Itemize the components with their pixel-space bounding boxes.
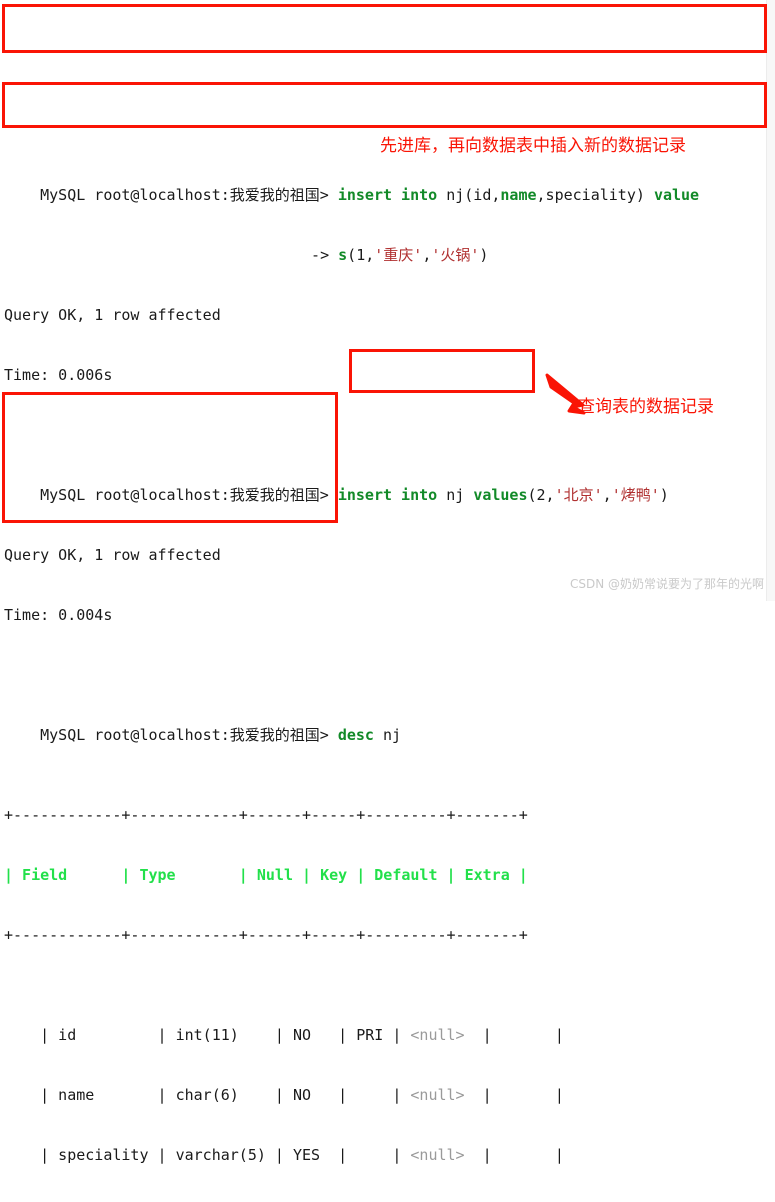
terminal-line-insert-first: MySQL root@localhost:我爱我的祖国> insert into…: [0, 165, 775, 204]
desc-row-cells-2: | name | char(6) | NO | |: [40, 1086, 411, 1104]
keyword-values: values: [473, 486, 528, 504]
insert-columns-rest: ,speciality): [536, 186, 654, 204]
scroll-gutter[interactable]: [766, 0, 775, 601]
string-literal-city-1: '重庆': [374, 246, 423, 264]
desc-table-border-mid: +------------+------------+------+-----+…: [4, 926, 528, 944]
desc-target-table: nj: [373, 726, 402, 744]
shell-prompt: MySQL root@localhost:我爱我的祖国>: [40, 726, 338, 744]
arg-separator-1: ,: [422, 246, 432, 264]
insert-args-close: ): [479, 246, 489, 264]
desc-row-cells-3: | speciality | varchar(5) | YES | |: [40, 1146, 411, 1164]
result-query-ok-first: Query OK, 1 row affected: [4, 306, 221, 324]
terminal-output: MySQL root@localhost:我爱我的祖国> insert into…: [0, 0, 775, 1164]
terminal-line-insert-first-cont: -> s(1,'重庆','火锅'): [0, 225, 775, 264]
desc-table-border-top: +------------+------------+------+-----+…: [4, 806, 528, 824]
desc-table-row: | id | int(11) | NO | PRI | <null> | |: [0, 1005, 775, 1044]
string-literal-food-1: '火锅': [431, 246, 480, 264]
keyword-desc: desc: [337, 726, 374, 744]
terminal-line-clipped: MySQL root@localhost:我爱我的祖国> insert into…: [0, 66, 775, 71]
result-time-first: Time: 0.006s: [4, 366, 113, 384]
desc-table-row: | name | char(6) | NO | | <null> | |: [0, 1065, 775, 1104]
insert-args-open: (2,: [527, 486, 555, 504]
terminal-line-desc: MySQL root@localhost:我爱我的祖国> desc nj: [0, 705, 775, 744]
insert-args-open: (1,: [347, 246, 375, 264]
insert-args-close: ): [659, 486, 669, 504]
keyword-insert-into: insert into: [337, 186, 438, 204]
keyword-value: value: [653, 186, 700, 204]
insert-target-table: nj: [437, 486, 474, 504]
arg-separator-2: ,: [602, 486, 612, 504]
null-value: <null>: [410, 1086, 465, 1104]
string-literal-food-2: '烤鸭': [611, 486, 660, 504]
insert-target-table: nj(id,: [437, 186, 501, 204]
desc-row-tail-1: | |: [464, 1026, 564, 1044]
keyword-values-suffix: s: [338, 246, 348, 264]
desc-row-tail-2: | |: [464, 1086, 564, 1104]
column-name-keyword: name: [500, 186, 537, 204]
shell-prompt: MySQL root@localhost:我爱我的祖国>: [40, 186, 338, 204]
keyword-insert-into: insert into: [337, 486, 438, 504]
result-time-second: Time: 0.004s: [4, 606, 113, 624]
desc-table-header-row: | Field | Type | Null | Key | Default | …: [4, 866, 528, 884]
null-value: <null>: [410, 1146, 465, 1164]
desc-table-row: | speciality | varchar(5) | YES | | <nul…: [0, 1125, 775, 1164]
string-literal-city-2: '北京': [554, 486, 603, 504]
result-query-ok-second: Query OK, 1 row affected: [4, 546, 221, 564]
continuation-prompt: ->: [40, 246, 339, 264]
null-value: <null>: [410, 1026, 465, 1044]
desc-row-cells-1: | id | int(11) | NO | PRI |: [40, 1026, 411, 1044]
terminal-line-insert-second: MySQL root@localhost:我爱我的祖国> insert into…: [0, 465, 775, 504]
shell-prompt: MySQL root@localhost:我爱我的祖国>: [40, 486, 338, 504]
desc-row-tail-3: | |: [464, 1146, 564, 1164]
